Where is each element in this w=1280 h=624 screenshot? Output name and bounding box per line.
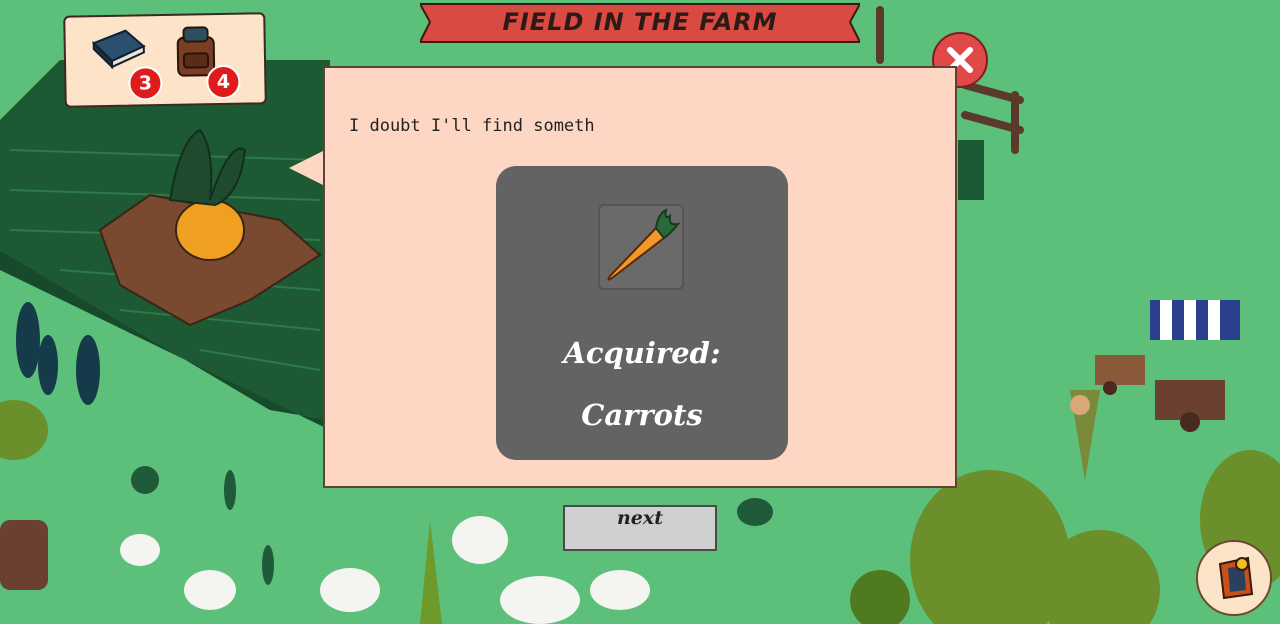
inventory-panel: 3 4 <box>63 12 267 108</box>
reward-item-slot <box>598 204 684 290</box>
character-menu-button[interactable] <box>1196 540 1272 616</box>
inventory-bag[interactable]: 4 <box>165 21 241 100</box>
next-button[interactable]: next <box>563 505 717 551</box>
reward-card: Acquired: Carrots <box>496 166 788 460</box>
book-count-badge: 3 <box>128 66 163 101</box>
reward-title: Acquired: <box>563 336 721 370</box>
dialog-text: I doubt I'll find someth <box>349 116 595 136</box>
dialog-box: I doubt I'll find someth Acquired: Carro… <box>323 66 957 488</box>
page-title: FIELD IN THE FARM <box>502 8 778 36</box>
speech-bubble-tail <box>289 150 325 186</box>
pumpkin <box>175 199 245 261</box>
bag-count-badge: 4 <box>206 64 241 100</box>
carrot-icon <box>607 208 681 281</box>
book-icon <box>91 29 146 70</box>
title-banner: FIELD IN THE FARM <box>420 0 860 44</box>
reward-item-name: Carrots <box>581 398 703 432</box>
inventory-book[interactable]: 3 <box>87 22 163 101</box>
character-menu-icon <box>1218 556 1254 600</box>
